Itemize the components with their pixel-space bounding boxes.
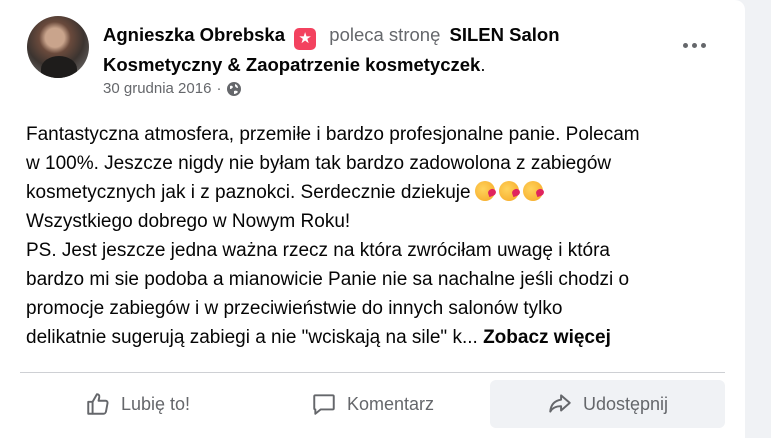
like-button[interactable]: Lubię to! (20, 380, 255, 428)
body-line: w 100%. Jeszcze nigdy nie byłam tak bard… (26, 153, 612, 174)
post-date[interactable]: 30 grudnia 2016 (103, 80, 211, 97)
kissing-face-emoji-icon (474, 181, 495, 201)
globe-icon[interactable] (226, 81, 242, 97)
post-header: Agnieszka Obrebska ★ poleca stronę SILEN… (103, 20, 683, 79)
star-icon: ★ (294, 28, 317, 50)
comment-label: Komentarz (346, 393, 435, 414)
comment-button[interactable]: Komentarz (255, 380, 490, 428)
post-actions: Lubię to! Komentarz Udostępnij (20, 380, 725, 428)
body-line-last: delikatnie sugerują zabiegi a nie "wcisk… (26, 327, 611, 348)
share-label: Udostępnij (582, 393, 669, 414)
body-line: promocje zabiegów i w przeciwieństwie do… (26, 298, 563, 319)
post-body: Fantastyczna atmosfera, przemiłe i bardz… (26, 120, 726, 352)
kissing-face-emoji-icon (498, 181, 519, 201)
divider (20, 372, 725, 373)
page-suffix: . (480, 54, 486, 75)
see-more-link[interactable]: Zobacz więcej (483, 327, 611, 348)
avatar[interactable] (27, 16, 89, 78)
share-icon (549, 394, 571, 413)
like-label: Lubię to! (120, 393, 191, 414)
author-name[interactable]: Agnieszka Obrebska (103, 24, 285, 45)
body-line: Fantastyczna atmosfera, przemiłe i bardz… (26, 124, 640, 145)
body-line: PS. Jest jeszcze jedna ważna rzecz na kt… (26, 240, 610, 261)
body-line: bardzo mi sie podoba a mianowicie Panie … (26, 269, 630, 290)
kissing-face-emoji-icon (522, 181, 543, 201)
recommend-verb: poleca stronę (329, 24, 441, 45)
post-meta: 30 grudnia 2016 · (103, 80, 242, 97)
comment-icon (313, 394, 335, 415)
meta-separator: · (216, 80, 222, 97)
more-options-icon[interactable] (676, 33, 712, 57)
body-line: Wszystkiego dobrego w Nowym Roku! (26, 211, 351, 232)
post-card: Agnieszka Obrebska ★ poleca stronę SILEN… (0, 0, 745, 438)
share-button[interactable]: Udostępnij (490, 380, 725, 428)
body-line-with-emoji: kosmetycznych jak i z paznokci. Serdeczn… (26, 178, 726, 207)
thumbs-up-icon (87, 393, 109, 415)
